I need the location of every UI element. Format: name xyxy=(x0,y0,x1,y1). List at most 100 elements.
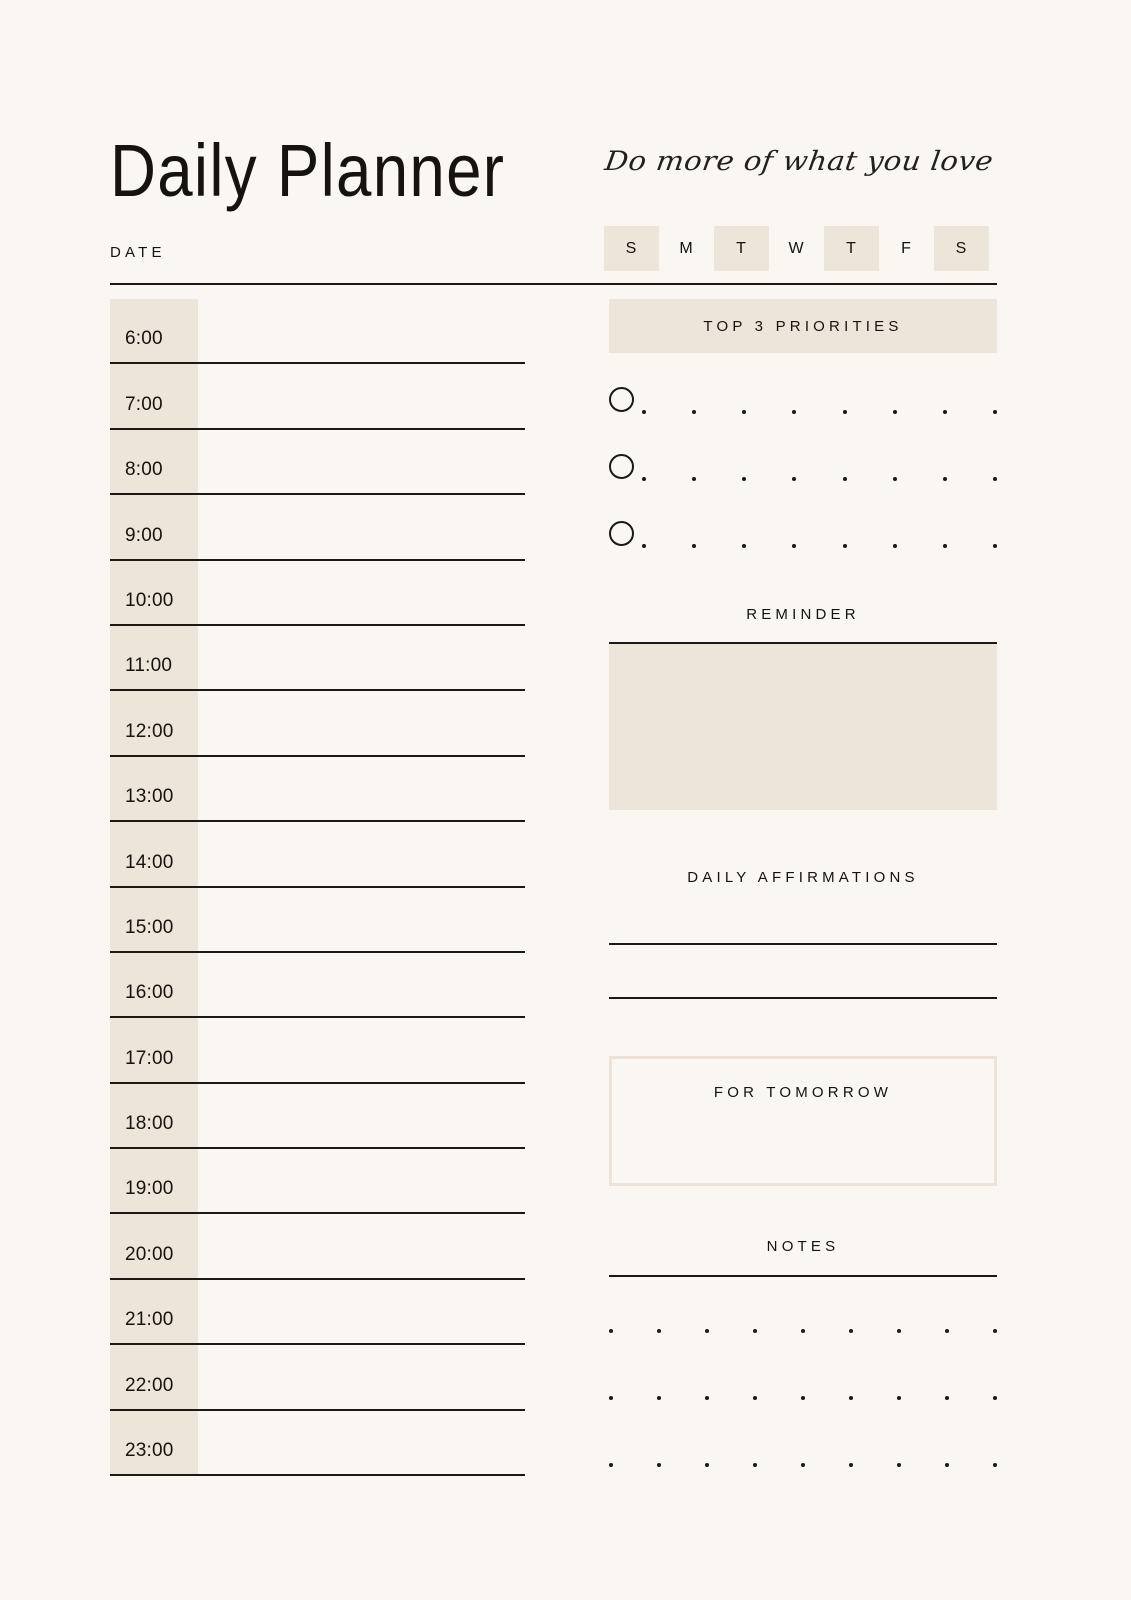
priority-input[interactable] xyxy=(642,477,997,481)
weekday-monday[interactable]: M xyxy=(659,226,714,271)
dot-icon xyxy=(849,1396,853,1400)
notes-area[interactable] xyxy=(609,1329,997,1467)
schedule-row[interactable]: 14:00 xyxy=(110,822,525,888)
dot-icon xyxy=(753,1396,757,1400)
dot-icon xyxy=(742,544,747,548)
schedule-row[interactable]: 11:00 xyxy=(110,626,525,692)
dot-icon xyxy=(801,1329,805,1333)
dot-icon xyxy=(609,1329,613,1333)
schedule-row[interactable]: 9:00 xyxy=(110,495,525,561)
dot-icon xyxy=(705,1329,709,1333)
weekday-wednesday[interactable]: W xyxy=(769,226,824,271)
schedule-grid: 6:00 7:00 8:00 9:00 10:00 11:00 12:00 13:00 14:0… xyxy=(110,299,525,1477)
weekday-sunday[interactable]: S xyxy=(604,226,659,271)
time-label: 19:00 xyxy=(125,1178,174,1200)
dot-icon xyxy=(945,1329,949,1333)
dot-icon xyxy=(692,477,697,481)
schedule-row[interactable]: 6:00 xyxy=(110,299,525,365)
time-label: 15:00 xyxy=(125,916,174,938)
dot-icon xyxy=(897,1396,901,1400)
time-label: 6:00 xyxy=(125,328,163,350)
time-label: 21:00 xyxy=(125,1309,174,1331)
dot-icon xyxy=(992,410,997,414)
weekday-thursday[interactable]: T xyxy=(824,226,879,271)
dot-icon xyxy=(892,477,897,481)
dot-icon xyxy=(942,544,947,548)
schedule-row[interactable]: 17:00 xyxy=(110,1018,525,1084)
time-label: 7:00 xyxy=(125,393,163,415)
dot-icon xyxy=(842,544,847,548)
dot-icon xyxy=(992,477,997,481)
priority-checkbox-icon[interactable] xyxy=(609,521,634,546)
dot-icon xyxy=(945,1463,949,1467)
time-label: 13:00 xyxy=(125,786,174,808)
dot-icon xyxy=(642,410,646,414)
notes-line[interactable] xyxy=(609,1396,997,1400)
schedule-row[interactable]: 15:00 xyxy=(110,888,525,953)
date-label: DATE xyxy=(110,244,166,261)
schedule-row[interactable]: 18:00 xyxy=(110,1084,525,1150)
schedule-row[interactable]: 21:00 xyxy=(110,1280,525,1346)
dot-icon xyxy=(753,1329,757,1333)
for-tomorrow-box[interactable]: FOR TOMORROW xyxy=(609,1056,997,1186)
dot-icon xyxy=(742,410,747,414)
reminder-heading: REMINDER xyxy=(746,606,860,623)
affirmations-heading: DAILY AFFIRMATIONS xyxy=(687,869,919,886)
dot-icon xyxy=(897,1329,901,1333)
schedule-row[interactable]: 7:00 xyxy=(110,364,525,430)
weekday-saturday[interactable]: S xyxy=(934,226,989,271)
dot-icon xyxy=(945,1396,949,1400)
date-input-rule[interactable] xyxy=(110,283,997,285)
priorities-list xyxy=(609,387,997,588)
affirmation-line-1[interactable] xyxy=(609,943,997,945)
priority-checkbox-icon[interactable] xyxy=(609,454,634,479)
notes-line[interactable] xyxy=(609,1329,997,1333)
schedule-row[interactable]: 8:00 xyxy=(110,430,525,496)
time-label: 22:00 xyxy=(125,1374,174,1396)
time-label: 17:00 xyxy=(125,1047,174,1069)
dot-icon xyxy=(792,477,797,481)
schedule-row[interactable]: 13:00 xyxy=(110,757,525,823)
priority-row xyxy=(609,454,997,521)
notes-rule xyxy=(609,1275,997,1277)
dot-icon xyxy=(801,1396,805,1400)
time-label: 10:00 xyxy=(125,589,174,611)
page-header: Daily Planner Do more of what you love xyxy=(110,128,997,228)
schedule-row[interactable]: 10:00 xyxy=(110,561,525,626)
dot-icon xyxy=(993,1329,997,1333)
dot-icon xyxy=(657,1463,661,1467)
schedule-row[interactable]: 20:00 xyxy=(110,1214,525,1280)
time-label: 11:00 xyxy=(125,655,173,677)
dot-icon xyxy=(642,477,646,481)
dot-icon xyxy=(942,477,947,481)
priority-checkbox-icon[interactable] xyxy=(609,387,634,412)
dot-icon xyxy=(892,544,897,548)
schedule-row[interactable]: 19:00 xyxy=(110,1149,525,1215)
time-label: 23:00 xyxy=(125,1440,174,1462)
schedule-row[interactable]: 16:00 xyxy=(110,953,525,1019)
weekday-tuesday[interactable]: T xyxy=(714,226,769,271)
dot-icon xyxy=(609,1396,613,1400)
weekday-friday[interactable]: F xyxy=(879,226,934,271)
dot-icon xyxy=(642,544,646,548)
dot-icon xyxy=(705,1463,709,1467)
time-label: 9:00 xyxy=(125,524,163,546)
notes-line[interactable] xyxy=(609,1463,997,1467)
schedule-row[interactable]: 22:00 xyxy=(110,1345,525,1411)
priority-input[interactable] xyxy=(642,410,997,414)
schedule-row[interactable]: 12:00 xyxy=(110,691,525,757)
planner-page: Daily Planner Do more of what you love D… xyxy=(0,0,1131,1600)
reminder-input[interactable] xyxy=(609,644,997,810)
dot-icon xyxy=(657,1396,661,1400)
schedule-row[interactable]: 23:00 xyxy=(110,1411,525,1477)
priority-input[interactable] xyxy=(642,544,997,548)
affirmation-line-2[interactable] xyxy=(609,997,997,999)
dot-icon xyxy=(993,1396,997,1400)
dot-icon xyxy=(849,1329,853,1333)
dot-icon xyxy=(801,1463,805,1467)
dot-icon xyxy=(753,1463,757,1467)
weekday-selector: SMTWTFS xyxy=(604,226,989,271)
time-label: 20:00 xyxy=(125,1243,174,1265)
dot-icon xyxy=(842,477,847,481)
time-label: 8:00 xyxy=(125,459,163,481)
